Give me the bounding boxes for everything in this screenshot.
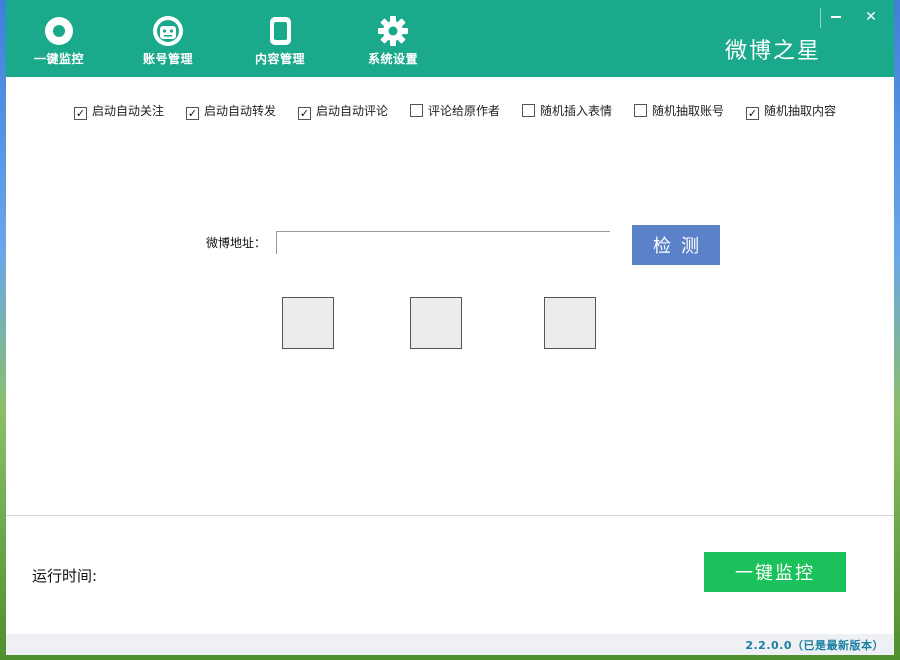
checkbox[interactable] bbox=[634, 104, 647, 117]
nav-label: 内容管理 bbox=[254, 52, 305, 66]
nav-label: 系统设置 bbox=[367, 52, 418, 66]
checkbox[interactable] bbox=[522, 104, 535, 117]
weibo-address-input[interactable] bbox=[276, 231, 610, 254]
option-comment-to-author[interactable]: 评论给原作者 bbox=[410, 102, 500, 120]
record-icon bbox=[19, 14, 99, 48]
preview-box-1 bbox=[282, 297, 334, 349]
options-row: ✓ 启动自动关注 ✓ 启动自动转发 ✓ 启动自动评论 评论给原作者 随机插入表情 随机… bbox=[74, 102, 884, 122]
checkbox[interactable]: ✓ bbox=[298, 107, 311, 120]
nav-system-settings[interactable]: 系统设置 bbox=[353, 14, 433, 67]
document-icon bbox=[240, 14, 320, 48]
option-random-emoji[interactable]: 随机插入表情 bbox=[522, 102, 612, 120]
nav-one-click-monitor[interactable]: 一键监控 bbox=[19, 14, 99, 67]
option-label: 启动自动评论 bbox=[316, 104, 389, 118]
one-click-monitor-button[interactable]: 一键监控 bbox=[704, 552, 846, 592]
minimize-icon bbox=[830, 16, 841, 18]
option-label: 启动自动关注 bbox=[92, 104, 165, 118]
checkbox[interactable]: ✓ bbox=[74, 107, 87, 120]
nav-content-management[interactable]: 内容管理 bbox=[240, 14, 320, 67]
option-auto-follow[interactable]: ✓ 启动自动关注 bbox=[74, 102, 164, 120]
nav-label: 账号管理 bbox=[142, 52, 193, 66]
option-label: 评论给原作者 bbox=[428, 104, 501, 118]
option-label: 随机插入表情 bbox=[540, 104, 613, 118]
detect-button[interactable]: 检测 bbox=[632, 225, 720, 265]
version-text: 2.2.0.0（已是最新版本） bbox=[745, 639, 884, 652]
option-label: 随机抽取账号 bbox=[652, 104, 725, 118]
checkbox[interactable] bbox=[410, 104, 423, 117]
option-random-account[interactable]: 随机抽取账号 bbox=[634, 102, 724, 120]
gear-icon bbox=[353, 14, 433, 48]
weibo-address-label: 微博地址： bbox=[206, 236, 267, 250]
option-auto-repost[interactable]: ✓ 启动自动转发 bbox=[186, 102, 276, 120]
option-random-content[interactable]: ✓ 随机抽取内容 bbox=[746, 102, 836, 120]
robot-account-icon bbox=[128, 14, 208, 48]
preview-box-3 bbox=[544, 297, 596, 349]
nav-account-management[interactable]: 账号管理 bbox=[128, 14, 208, 67]
nav-label: 一键监控 bbox=[33, 52, 84, 66]
header-bar: 一键监控 账号管理 内容管理 系统设置 微博之星 ✕ bbox=[6, 0, 894, 77]
option-label: 随机抽取内容 bbox=[764, 104, 837, 118]
checkbox[interactable]: ✓ bbox=[746, 107, 759, 120]
status-bar: 2.2.0.0（已是最新版本） bbox=[6, 634, 894, 655]
preview-box-2 bbox=[410, 297, 462, 349]
checkbox[interactable]: ✓ bbox=[186, 107, 199, 120]
section-divider bbox=[6, 515, 894, 516]
brand-title: 微博之星 bbox=[724, 39, 821, 64]
window-controls: ✕ bbox=[819, 6, 886, 28]
runtime-label: 运行时间: bbox=[32, 567, 98, 585]
main-window: 一键监控 账号管理 内容管理 系统设置 微博之星 ✕ ✓ 启动自动关注 ✓ 启动… bbox=[6, 0, 894, 655]
close-button[interactable]: ✕ bbox=[856, 8, 886, 28]
option-label: 启动自动转发 bbox=[204, 104, 277, 118]
option-auto-comment[interactable]: ✓ 启动自动评论 bbox=[298, 102, 388, 120]
minimize-button[interactable] bbox=[819, 8, 851, 28]
